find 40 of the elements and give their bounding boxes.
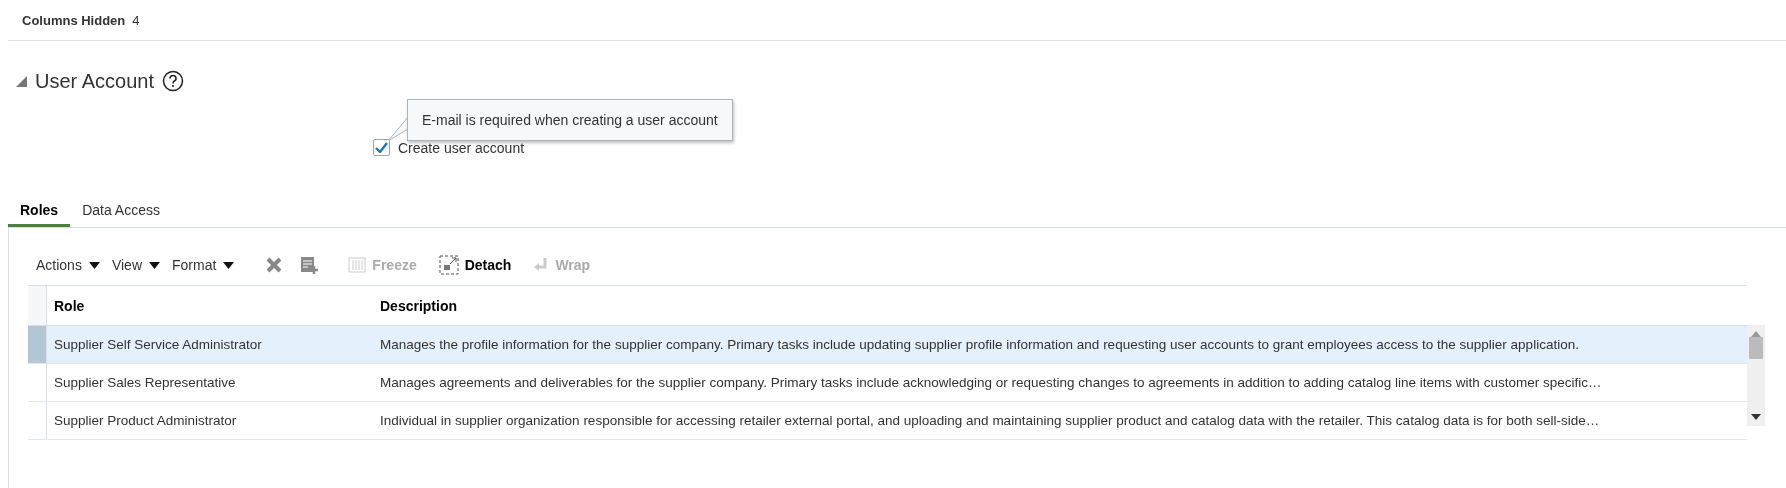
table-cell-text: Supplier Product Administrator (53, 413, 238, 428)
columns-hidden-label: Columns Hidden (22, 12, 126, 28)
table-cell-text: Supplier Sales Representative (53, 375, 237, 390)
scroll-down-icon (1751, 414, 1761, 420)
tab[interactable]: Data Access (70, 195, 172, 227)
scrollbar[interactable] (1747, 325, 1765, 426)
table-row[interactable] (28, 364, 1747, 402)
table-row[interactable] (28, 402, 1747, 440)
delete-button[interactable] (266, 257, 283, 273)
add-row-icon (300, 256, 319, 274)
tooltip-pointer-icon (388, 117, 409, 141)
table-cell-text: Manages agreements and deliverables for the supplier company. Primary tasks include acknowledging or requesting changes to agreements in addition to adding catalog line items with customer specific… (379, 375, 1603, 390)
caret-icon (223, 261, 235, 269)
checkbox[interactable] (373, 139, 390, 156)
menu-button[interactable]: Format (172, 257, 235, 273)
detach-icon (438, 255, 459, 275)
table-cell-text: Individual in supplier organization responsible for accessing retailer external portal, and uploading and maintaining supplier product and catalog data with the retailer. This catalog data is for both sell-side… (379, 413, 1601, 428)
add-row-button[interactable] (300, 256, 319, 274)
caret-icon (88, 261, 100, 269)
detach-button[interactable]: Detach (438, 255, 512, 275)
help-icon[interactable] (161, 70, 184, 92)
caret-icon (149, 261, 160, 269)
table-cell-text: Supplier Self Service Administrator (53, 337, 263, 352)
delete-icon (266, 257, 283, 273)
table-row[interactable] (28, 326, 1747, 364)
checkbox-label: Create user account (398, 139, 525, 156)
menu-button[interactable]: Actions (36, 257, 100, 273)
wrap-icon (533, 257, 550, 273)
freeze-icon (348, 257, 367, 273)
expanded-triangle-icon (16, 75, 27, 87)
disclosure-toggle[interactable] (16, 75, 27, 87)
scroll-thumb[interactable] (1749, 336, 1763, 359)
table-cell-text: Manages the profile information for the supplier company. Primary tasks include updating supplier profile information and requesting user accounts to grant employees access to the supplier application. (379, 337, 1580, 352)
column-header[interactable]: Description (373, 297, 1747, 314)
menu-button[interactable]: View (111, 257, 160, 273)
tab[interactable]: Roles (8, 195, 71, 227)
checkmark-icon (375, 142, 388, 153)
column-header[interactable]: Role (47, 297, 373, 314)
section-title: User Account (35, 69, 154, 93)
columns-hidden-count: 4 (132, 12, 140, 28)
